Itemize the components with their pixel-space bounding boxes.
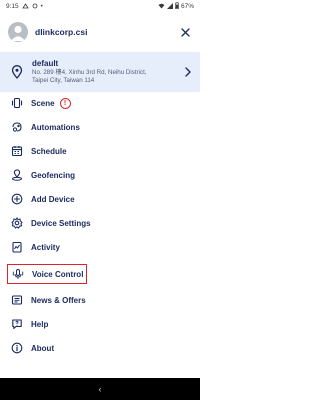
chevron-right-icon	[185, 67, 191, 77]
location-name: default	[32, 59, 59, 69]
cell-signal-icon	[166, 2, 173, 11]
gear-icon	[32, 3, 38, 11]
menu-item-schedule[interactable]: Schedule	[7, 141, 187, 161]
user-icon	[11, 25, 25, 41]
menu-item-activity[interactable]: Activity	[7, 237, 187, 257]
menu-label-geofencing: Geofencing	[31, 170, 76, 180]
menu-item-automations[interactable]: Automations	[7, 117, 187, 137]
settings-gear-icon	[11, 217, 23, 229]
notification-dot-icon: •	[40, 3, 43, 10]
calendar-icon	[11, 145, 23, 157]
menu-item-device-settings[interactable]: Device Settings	[7, 213, 187, 233]
menu-item-help[interactable]: Help	[7, 314, 187, 334]
alert-icon: !	[59, 97, 71, 109]
info-icon	[11, 342, 23, 354]
username: dlinkcorp.csi	[35, 27, 88, 37]
menu-item-add-device[interactable]: Add Device	[7, 189, 187, 209]
add-circle-icon	[11, 193, 23, 205]
geofence-icon	[11, 169, 23, 181]
menu-label-device-settings: Device Settings	[31, 218, 91, 228]
status-bar: 9:15 • 67%	[0, 0, 200, 13]
automations-icon	[11, 121, 23, 133]
battery-icon	[175, 2, 179, 11]
drawer-header: dlinkcorp.csi	[0, 13, 200, 51]
location-pin-icon	[11, 65, 23, 79]
wifi-icon	[158, 3, 165, 11]
avatar[interactable]	[8, 22, 28, 42]
menu-label-add-device: Add Device	[31, 194, 75, 204]
scene-icon	[11, 97, 23, 109]
menu-item-scene[interactable]: Scene !	[7, 93, 187, 113]
menu-item-about[interactable]: About	[7, 338, 187, 358]
menu-label-scene: Scene	[31, 98, 55, 108]
menu-label-automations: Automations	[31, 122, 80, 132]
menu-item-news-offers[interactable]: News & Offers	[7, 290, 187, 310]
battery-percent: 67%	[180, 3, 194, 10]
close-button[interactable]	[178, 25, 192, 39]
menu-label-schedule: Schedule	[31, 146, 67, 156]
voice-control-icon	[12, 268, 24, 280]
menu-label-about: About	[31, 343, 55, 353]
menu-item-voice-control[interactable]: Voice Control	[7, 264, 87, 284]
menu-label-help: Help	[31, 319, 49, 329]
news-icon	[11, 294, 23, 306]
help-icon	[11, 318, 23, 330]
location-address-line2: Taipei City, Taiwan 114	[32, 77, 95, 84]
back-icon[interactable]: ‹	[99, 384, 102, 394]
close-icon	[180, 27, 190, 37]
menu-label-activity: Activity	[31, 242, 60, 252]
location-address-line1: No. 289 樓4, Xinhu 3rd Rd, Neihu District…	[32, 69, 147, 77]
system-nav-bar: ‹	[0, 378, 200, 400]
menu-label-voice-control: Voice Control	[32, 269, 84, 279]
location-selector[interactable]: default No. 289 樓4, Xinhu 3rd Rd, Neihu …	[0, 52, 200, 92]
signal-icon	[21, 2, 29, 11]
status-time: 9:15	[6, 3, 19, 10]
activity-icon	[11, 241, 23, 253]
menu-label-news-offers: News & Offers	[31, 295, 86, 305]
menu-item-geofencing[interactable]: Geofencing	[7, 165, 187, 185]
